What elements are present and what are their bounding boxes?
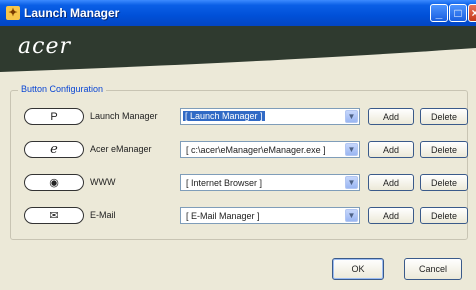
- row-label: Launch Manager: [90, 111, 158, 121]
- chevron-down-icon[interactable]: ▼: [345, 110, 358, 123]
- key-button-email[interactable]: ✉: [24, 207, 84, 224]
- config-row-email: ✉ E-Mail [ E-Mail Manager ] ▼ Add Delete: [0, 205, 476, 227]
- window-title: Launch Manager: [24, 6, 120, 20]
- application-select[interactable]: [ E-Mail Manager ] ▼: [180, 207, 360, 224]
- add-button[interactable]: Add: [368, 207, 414, 224]
- key-button-www[interactable]: ◉: [24, 174, 84, 191]
- delete-button[interactable]: Delete: [420, 108, 468, 125]
- delete-button[interactable]: Delete: [420, 141, 468, 158]
- cancel-button[interactable]: Cancel: [404, 258, 462, 280]
- key-button-p[interactable]: P: [24, 108, 84, 125]
- select-value: [ c:\acer\eManager\eManager.exe ]: [186, 145, 326, 155]
- minimize-button[interactable]: _: [430, 4, 448, 22]
- key-e-icon: e: [50, 142, 58, 157]
- row-label: Acer eManager: [90, 144, 152, 154]
- browser-icon: ◉: [49, 177, 59, 189]
- title-bar[interactable]: ✦ Launch Manager _ □ ×: [0, 0, 476, 26]
- maximize-button[interactable]: □: [449, 4, 467, 22]
- chevron-down-icon[interactable]: ▼: [345, 176, 358, 189]
- row-label: WWW: [90, 177, 116, 187]
- header-background: [0, 26, 476, 72]
- group-title: Button Configuration: [18, 84, 107, 94]
- envelope-icon: ✉: [49, 210, 59, 222]
- delete-button[interactable]: Delete: [420, 207, 468, 224]
- config-row-www: ◉ WWW [ Internet Browser ] ▼ Add Delete: [0, 172, 476, 194]
- select-value: [ Launch Manager ]: [183, 111, 265, 121]
- chevron-down-icon[interactable]: ▼: [345, 143, 358, 156]
- acer-logo: acer: [18, 34, 71, 59]
- config-row-launch-manager: P Launch Manager [ Launch Manager ] ▼ Ad…: [0, 106, 476, 128]
- close-button[interactable]: ×: [468, 4, 476, 22]
- launch-manager-window: ✦ Launch Manager _ □ × acer Button Confi…: [0, 0, 476, 290]
- application-select[interactable]: [ c:\acer\eManager\eManager.exe ] ▼: [180, 141, 360, 158]
- delete-button[interactable]: Delete: [420, 174, 468, 191]
- ok-button[interactable]: OK: [332, 258, 384, 280]
- header-banner: [0, 26, 476, 72]
- key-p-icon: P: [50, 110, 58, 123]
- application-select[interactable]: [ Internet Browser ] ▼: [180, 174, 360, 191]
- app-icon: ✦: [6, 6, 20, 20]
- add-button[interactable]: Add: [368, 108, 414, 125]
- application-select[interactable]: [ Launch Manager ] ▼: [180, 108, 360, 125]
- add-button[interactable]: Add: [368, 141, 414, 158]
- key-button-e[interactable]: e: [24, 141, 84, 158]
- row-label: E-Mail: [90, 210, 116, 220]
- select-value: [ E-Mail Manager ]: [186, 211, 260, 221]
- chevron-down-icon[interactable]: ▼: [345, 209, 358, 222]
- select-value: [ Internet Browser ]: [186, 178, 263, 188]
- config-row-acer-emanager: e Acer eManager [ c:\acer\eManager\eMana…: [0, 139, 476, 161]
- add-button[interactable]: Add: [368, 174, 414, 191]
